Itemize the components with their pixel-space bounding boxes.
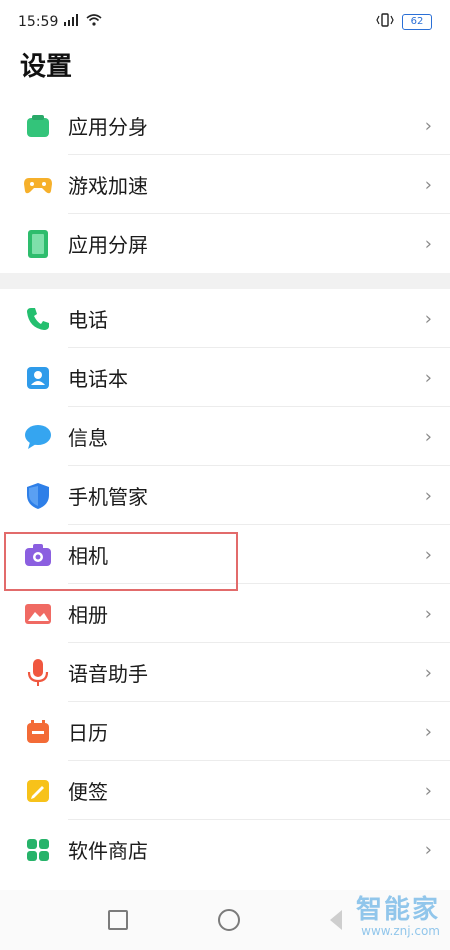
settings-list: 应用分身 › 游戏加速 › 应用分屏 › 电话 › 电话本 › 信息 › 手机管… <box>0 96 450 879</box>
chevron-right-icon: › <box>424 174 432 195</box>
notes-icon <box>18 771 58 811</box>
phone-icon <box>18 299 58 339</box>
chevron-right-icon: › <box>424 839 432 860</box>
chevron-right-icon: › <box>424 721 432 742</box>
section-divider <box>0 273 450 289</box>
message-icon <box>18 417 58 457</box>
chevron-right-icon: › <box>424 603 432 624</box>
chevron-right-icon: › <box>424 308 432 329</box>
settings-item-label: 软件商店 <box>68 839 148 863</box>
watermark-url: www.znj.com <box>361 924 440 938</box>
game-controller-icon <box>18 165 58 205</box>
status-time: 15:59 <box>18 14 59 30</box>
back-button[interactable] <box>330 910 342 930</box>
signal-icon <box>64 14 80 30</box>
settings-item-label: 手机管家 <box>68 485 148 509</box>
settings-item-app-store[interactable]: 软件商店 › <box>0 820 450 879</box>
chevron-right-icon: › <box>424 662 432 683</box>
battery-indicator: 62 <box>402 14 432 30</box>
settings-item-contacts[interactable]: 电话本 › <box>0 348 450 407</box>
settings-item-label: 信息 <box>68 426 108 450</box>
recent-apps-button[interactable] <box>108 910 128 930</box>
settings-item-label: 应用分屏 <box>68 233 148 257</box>
app-store-icon <box>18 830 58 870</box>
settings-item-phone[interactable]: 电话 › <box>0 289 450 348</box>
watermark-title: 智能家 <box>355 895 440 925</box>
chevron-right-icon: › <box>424 485 432 506</box>
watermark: 智能家 www.znj.com <box>356 889 440 938</box>
contacts-icon <box>18 358 58 398</box>
settings-item-label: 电话 <box>68 308 108 332</box>
voice-assistant-icon <box>18 653 58 693</box>
app-clone-icon <box>18 106 58 146</box>
settings-item-label: 语音助手 <box>68 662 148 686</box>
chevron-right-icon: › <box>424 233 432 254</box>
split-screen-icon <box>18 224 58 264</box>
chevron-right-icon: › <box>424 115 432 136</box>
settings-item-label: 便签 <box>68 780 108 804</box>
settings-item-calendar[interactable]: 日历 › <box>0 702 450 761</box>
home-button[interactable] <box>218 909 240 931</box>
settings-item-app-clone[interactable]: 应用分身 › <box>0 96 450 155</box>
settings-item-label: 电话本 <box>68 367 128 391</box>
status-left: 15:59 <box>18 14 102 30</box>
chevron-right-icon: › <box>424 367 432 388</box>
settings-item-label: 应用分身 <box>68 115 148 139</box>
chevron-right-icon: › <box>424 426 432 447</box>
status-right: 62 <box>376 13 432 31</box>
shield-icon <box>18 476 58 516</box>
settings-item-split-screen[interactable]: 应用分屏 › <box>0 214 450 273</box>
settings-item-phone-manager[interactable]: 手机管家 › <box>0 466 450 525</box>
chevron-right-icon: › <box>424 544 432 565</box>
settings-item-messages[interactable]: 信息 › <box>0 407 450 466</box>
settings-item-gallery[interactable]: 相册 › <box>0 584 450 643</box>
wifi-icon <box>86 14 102 30</box>
calendar-icon <box>18 712 58 752</box>
highlight-box <box>4 532 238 591</box>
vibrate-icon <box>376 13 394 31</box>
chevron-right-icon: › <box>424 780 432 801</box>
settings-item-label: 日历 <box>68 721 108 745</box>
settings-item-label: 游戏加速 <box>68 174 148 198</box>
settings-item-notes[interactable]: 便签 › <box>0 761 450 820</box>
status-bar: 15:59 62 <box>0 0 450 44</box>
settings-item-voice-assistant[interactable]: 语音助手 › <box>0 643 450 702</box>
page-title: 设置 <box>20 52 73 82</box>
settings-item-game-acceleration[interactable]: 游戏加速 › <box>0 155 450 214</box>
settings-item-label: 相册 <box>68 603 108 627</box>
gallery-icon <box>18 594 58 634</box>
